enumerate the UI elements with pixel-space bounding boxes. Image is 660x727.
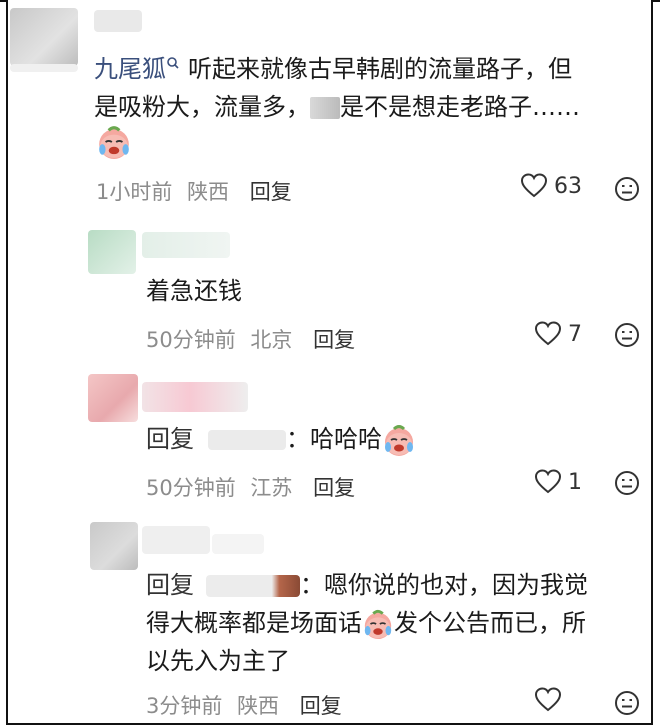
timestamp: 3分钟前	[146, 694, 223, 718]
reply-button[interactable]: 回复	[313, 476, 355, 500]
like-button[interactable]: 63	[520, 172, 582, 200]
dislike-icon[interactable]	[614, 690, 640, 716]
avatar[interactable]	[90, 522, 138, 570]
comment-text: 嗯你说的也对，因为我觉	[324, 571, 588, 599]
comment-4-line-2: 得大概率都是场面话 发个公告而已，所	[146, 604, 586, 642]
crying-laughing-emoji	[363, 609, 393, 641]
heart-icon	[535, 687, 561, 711]
like-count: 63	[554, 173, 582, 199]
timestamp: 1小时前	[96, 180, 173, 204]
avatar[interactable]	[88, 230, 136, 274]
dislike-icon[interactable]	[614, 176, 640, 202]
reply-button[interactable]: 回复	[250, 180, 292, 204]
reply-button[interactable]: 回复	[313, 328, 355, 352]
mention-blurred	[310, 97, 340, 119]
heart-icon	[535, 321, 561, 345]
location: 江苏	[250, 476, 293, 500]
comment-username[interactable]: 九尾狐	[94, 55, 166, 83]
comment-text: 听起来就像古早韩剧的流量路子，但	[188, 55, 572, 83]
avatar[interactable]	[10, 8, 78, 66]
username-blurred	[142, 232, 230, 258]
dislike-icon[interactable]	[614, 322, 640, 348]
crying-laughing-emoji	[97, 126, 131, 160]
location: 北京	[250, 328, 293, 352]
verified-badge-icon	[167, 57, 179, 69]
comment-text: 是吸粉大，流量多，	[94, 93, 310, 121]
heart-icon	[535, 469, 561, 493]
like-button[interactable]	[534, 686, 562, 714]
comment-text: 是不是想走老路子……	[340, 93, 580, 121]
reply-target-blurred[interactable]	[208, 430, 286, 450]
username-blurred	[94, 10, 142, 32]
comment-text: 发个公告而已，所	[394, 609, 586, 637]
timestamp: 50分钟前	[146, 476, 236, 500]
colon: ：	[300, 571, 324, 599]
comment-text: 得大概率都是场面话	[146, 609, 362, 637]
reply-prefix: 回复	[146, 571, 194, 599]
reply-prefix: 回复	[146, 425, 194, 453]
username-blurred	[142, 382, 248, 412]
reply-target-blurred[interactable]	[206, 575, 300, 597]
reply-button[interactable]: 回复	[300, 694, 342, 718]
username-blurred	[142, 526, 210, 554]
colon: ：	[286, 425, 310, 453]
comment-meta: 50分钟前 北京 回复	[146, 324, 355, 354]
dislike-icon[interactable]	[614, 470, 640, 496]
comment-meta: 50分钟前 江苏 回复	[146, 472, 355, 502]
like-button[interactable]: 7	[534, 320, 582, 348]
comment-1-line-2: 是吸粉大，流量多， 是不是想走老路子……	[94, 88, 580, 126]
crying-laughing-emoji	[383, 425, 415, 458]
comment-meta: 3分钟前 陕西 回复	[146, 690, 342, 720]
location: 陕西	[237, 694, 280, 718]
comment-4-line-1: 回复 ：嗯你说的也对，因为我觉	[146, 566, 588, 604]
like-count: 7	[568, 321, 582, 347]
heart-icon	[521, 173, 547, 197]
comment-2-text: 着急还钱	[146, 277, 242, 305]
like-count: 1	[568, 469, 582, 495]
username-blurred	[212, 534, 264, 554]
comment-1-line-1: 九尾狐 听起来就像古早韩剧的流量路子，但	[94, 50, 572, 88]
comment-3-text: 回复 ：哈哈哈	[146, 420, 416, 458]
avatar-shadow	[10, 64, 78, 72]
comment-text: 哈哈哈	[310, 425, 382, 453]
like-button[interactable]: 1	[534, 468, 582, 496]
avatar[interactable]	[88, 374, 138, 422]
location: 陕西	[187, 180, 230, 204]
timestamp: 50分钟前	[146, 328, 236, 352]
comment-4-line-3: 以先入为主了	[146, 647, 290, 675]
comment-meta: 1小时前 陕西 回复	[96, 176, 292, 206]
